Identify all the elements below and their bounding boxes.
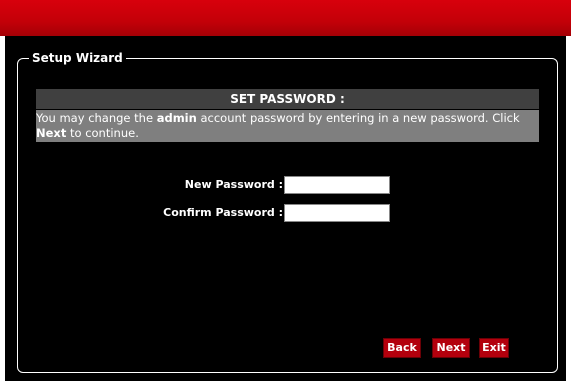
page: Setup Wizard SET PASSWORD : You may chan… [0,0,571,386]
confirm-password-input[interactable] [284,204,390,222]
description-text-1: You may change the [36,111,157,125]
next-button[interactable]: Next [432,338,470,358]
set-password-header: SET PASSWORD : [36,89,539,109]
description-text-3: to continue. [66,126,139,140]
new-password-row: New Password : [120,176,400,194]
left-margin [0,36,5,386]
confirm-password-row: Confirm Password : [120,204,400,222]
description-admin: admin [156,111,197,125]
set-password-description: You may change the admin account passwor… [36,110,539,142]
confirm-password-label: Confirm Password : [163,206,283,219]
exit-button[interactable]: Exit [479,338,509,358]
back-button[interactable]: Back [383,338,421,358]
new-password-label: New Password : [184,178,283,191]
description-next: Next [36,126,67,140]
new-password-input[interactable] [284,176,390,194]
description-text-2: account password by entering in a new pa… [196,111,520,125]
top-banner [0,0,571,36]
setup-wizard-legend: Setup Wizard [29,50,126,66]
bottom-margin [0,381,571,386]
right-margin [566,36,571,386]
